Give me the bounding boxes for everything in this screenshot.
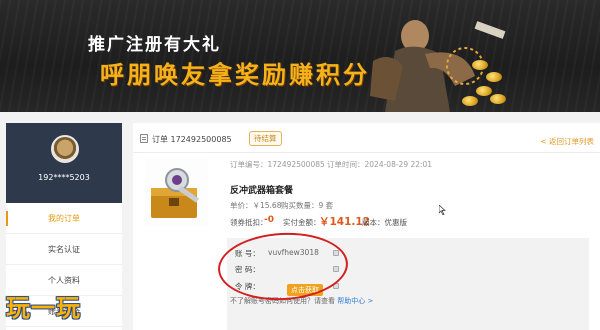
banner-slogan: 呼朋唤友拿奖励赚积分 — [100, 61, 370, 89]
order-header-id: 订单 172492500085 — [152, 135, 232, 144]
product-image — [145, 158, 208, 226]
profile-card: 192****5203 — [6, 123, 122, 203]
help-center-link[interactable]: 帮助中心 — [337, 297, 365, 305]
weapon-case-icon — [151, 168, 200, 218]
banner-headline: 推广注册有大礼 — [88, 35, 221, 55]
unit-price: 单价：￥15.68 — [230, 201, 282, 210]
coin-icon — [472, 60, 488, 70]
site-watermark: 玩一玩 — [6, 294, 81, 322]
order-header: 订单 172492500085 待结算 < 返回订单列表 — [133, 123, 600, 153]
mouse-cursor-icon — [439, 205, 446, 215]
paid-amount-label: 实付金额： — [283, 218, 321, 227]
banner-character-illustration — [370, 20, 506, 112]
coin-icon — [476, 86, 492, 96]
order-number: 订单编号：172492500085 — [230, 160, 325, 169]
avatar[interactable] — [51, 135, 79, 163]
sidebar-item-my-orders[interactable]: 我的订单 — [6, 203, 122, 234]
back-to-order-list-link[interactable]: < 返回订单列表 — [540, 136, 594, 147]
discount-label: 领券抵扣： — [230, 218, 268, 227]
discount-value: -0 — [264, 215, 274, 225]
product-name: 反冲武器箱套餐 — [230, 186, 294, 196]
coin-icon — [486, 72, 502, 82]
status-badge: 待结算 — [249, 131, 282, 146]
order-time: 订单时间：2024-08-29 22:01 — [327, 160, 433, 169]
username: 192****5203 — [38, 173, 90, 182]
coin-icon — [490, 94, 506, 104]
order-icon — [140, 134, 148, 143]
promo-banner[interactable]: 推广注册有大礼 呼朋唤友拿奖励赚积分 — [0, 0, 600, 112]
purchase-quantity: 购买数量：9 套 — [281, 201, 334, 210]
coin-icon — [462, 96, 478, 106]
help-center-arrow[interactable]: > — [367, 297, 373, 305]
version: 版本：优惠版 — [362, 218, 407, 227]
order-detail-panel: 订单 172492500085 待结算 < 返回订单列表 订单编号：172492… — [133, 123, 600, 330]
sidebar-item-real-name-verification[interactable]: 实名认证 — [6, 234, 122, 265]
